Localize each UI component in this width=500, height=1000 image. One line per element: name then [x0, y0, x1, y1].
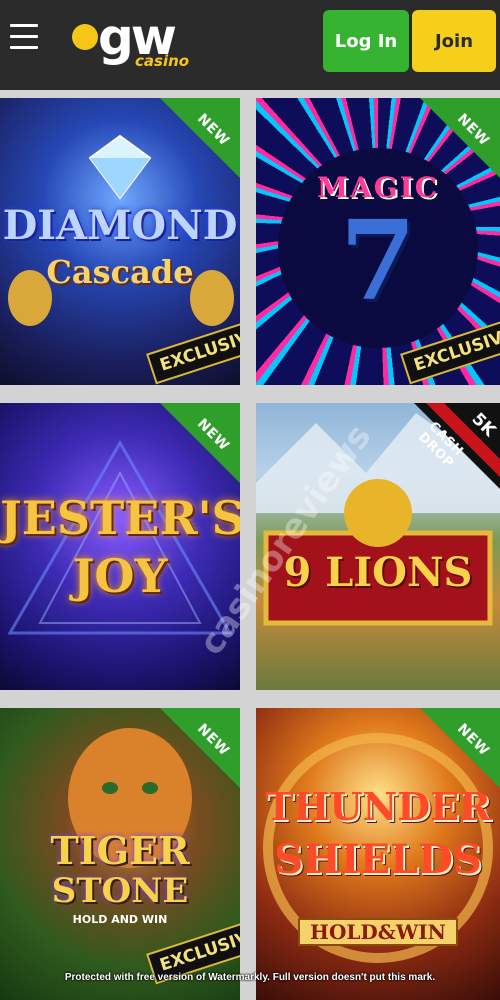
game-title-line2: STONE — [51, 871, 189, 911]
new-ribbon: NEW — [420, 98, 500, 178]
join-button[interactable]: Join — [412, 10, 496, 72]
game-title-line3: HOLD&WIN — [298, 918, 458, 946]
gw-casino-logo[interactable]: gw casino — [72, 8, 190, 74]
game-title-line2: Cascade — [46, 253, 194, 291]
game-tile-magic-7[interactable]: MAGIC 7 EXCLUSIVE NEW — [256, 98, 500, 385]
game-title-line1: THUNDER — [265, 784, 491, 829]
sun-icon — [72, 24, 98, 50]
game-tile-thunder-shields[interactable]: THUNDER SHIELDS HOLD&WIN NEW — [256, 708, 500, 1000]
game-tile-tiger-stone[interactable]: TIGER STONE HOLD AND WIN EXCLUSIVE NEW — [0, 708, 240, 1000]
top-header: gw casino Log In Join — [0, 0, 500, 90]
game-title-line2: 7 — [339, 196, 417, 325]
game-tile-diamond-cascade[interactable]: DIAMOND Cascade EXCLUSIVE NEW — [0, 98, 240, 385]
hold-win-plate: HOLD&WIN — [256, 918, 500, 946]
watermark-footer: Protected with free version of Watermark… — [64, 972, 436, 983]
logo-subtext: casino — [135, 52, 190, 70]
menu-icon[interactable] — [10, 24, 38, 54]
new-ribbon: NEW — [160, 708, 240, 788]
login-button[interactable]: Log In — [323, 10, 409, 72]
game-title-line1: DIAMOND — [2, 202, 238, 249]
cash-drop-ribbon: 5K CASH DROP — [414, 403, 500, 489]
game-title-line1: TIGER — [50, 828, 190, 873]
game-title-line1: JESTER'S — [0, 491, 240, 545]
new-ribbon: NEW — [420, 708, 500, 788]
game-title-line2: JOY — [72, 549, 168, 603]
new-ribbon: NEW — [160, 403, 240, 483]
new-ribbon: NEW — [160, 98, 240, 178]
game-title-line3: HOLD AND WIN — [72, 913, 168, 926]
game-title-line2: SHIELDS — [274, 836, 482, 883]
